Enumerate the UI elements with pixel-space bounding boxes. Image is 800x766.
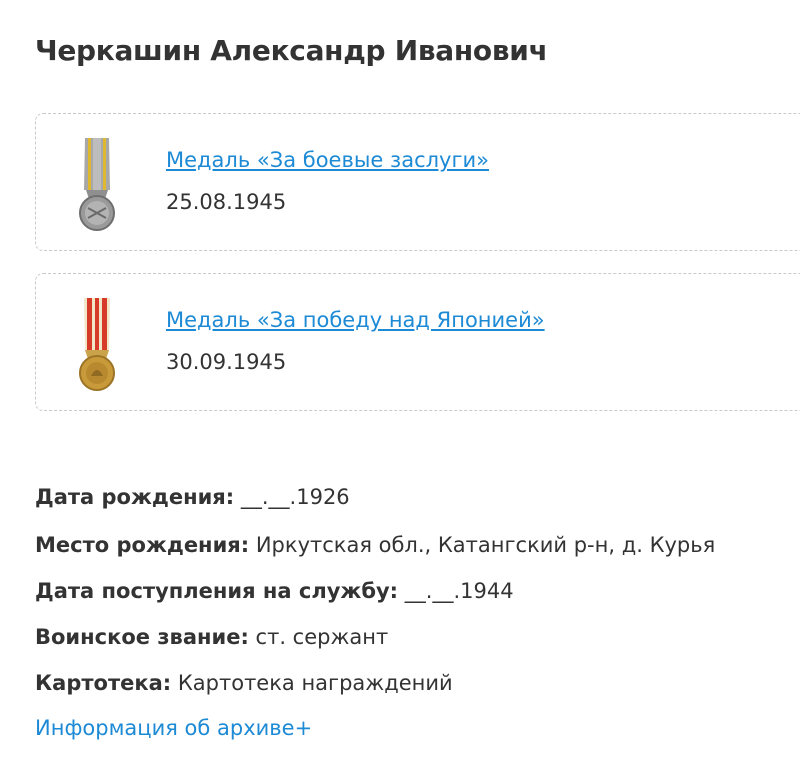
medal-victory-japan-icon (79, 298, 115, 391)
birth-place-row: Место рождения: Иркутская обл., Катангск… (35, 533, 715, 557)
card-file-value: Картотека награждений (171, 671, 453, 695)
rank-row: Воинское звание: ст. сержант (35, 625, 388, 649)
award-link[interactable]: Медаль «За победу над Японией» (166, 308, 545, 332)
archive-info-link[interactable]: Информация об архиве+ (35, 716, 312, 740)
award-date: 25.08.1945 (166, 190, 287, 214)
card-file-label: Картотека: (35, 671, 172, 695)
award-card: Медаль «За победу над Японией» 30.09.194… (35, 273, 800, 411)
service-start-label: Дата поступления на службу: (35, 579, 399, 603)
rank-value: ст. сержант (248, 625, 389, 649)
medal-combat-merit-icon (79, 138, 115, 231)
award-card: Медаль «За боевые заслуги» 25.08.1945 (35, 113, 800, 251)
page-title: Черкашин Александр Иванович (35, 34, 548, 67)
birth-place-label: Место рождения: (35, 533, 250, 557)
birth-date-row: Дата рождения: __.__.1926 (35, 485, 350, 509)
birth-date-label: Дата рождения: (35, 485, 235, 509)
service-start-value: __.__.1944 (398, 579, 514, 603)
rank-label: Воинское звание: (35, 625, 249, 649)
service-start-row: Дата поступления на службу: __.__.1944 (35, 579, 514, 603)
birth-place-value: Иркутская обл., Катангский р-н, д. Курья (249, 533, 716, 557)
birth-date-value: __.__.1926 (234, 485, 350, 509)
award-link[interactable]: Медаль «За боевые заслуги» (166, 148, 489, 172)
award-date: 30.09.1945 (166, 350, 287, 374)
card-file-row: Картотека: Картотека награждений (35, 671, 453, 695)
